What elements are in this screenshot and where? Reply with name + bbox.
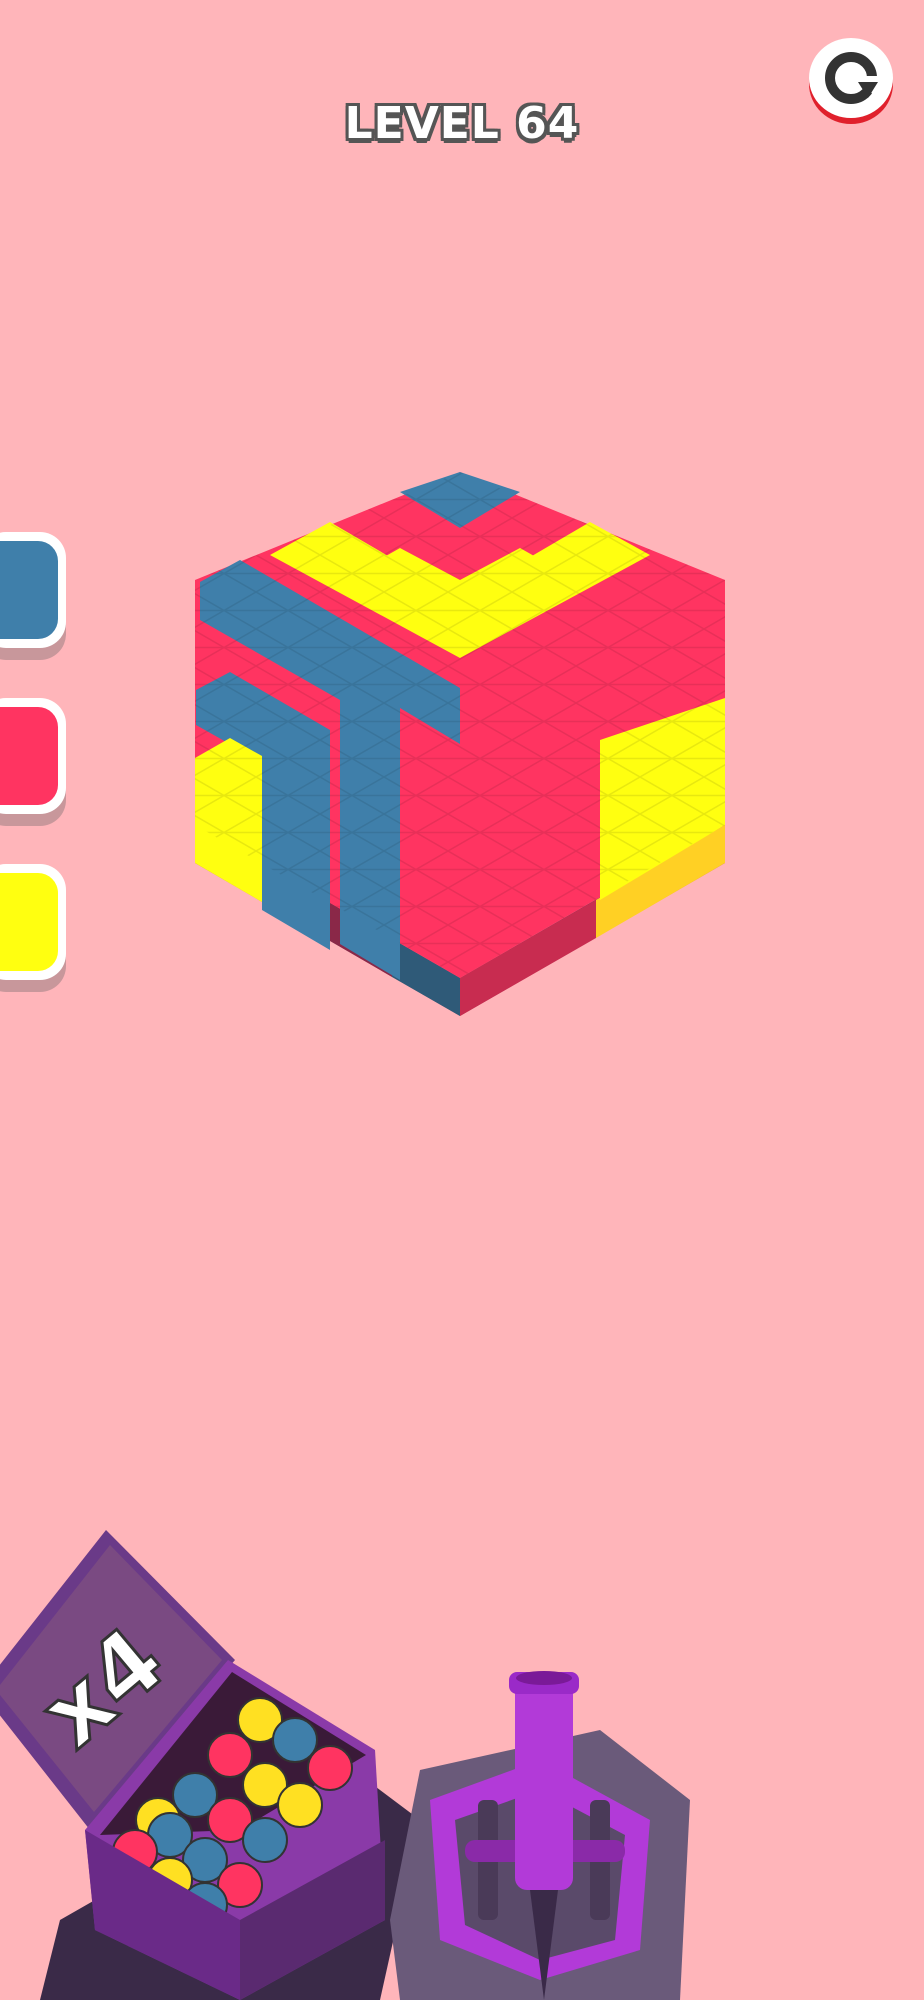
puzzle-board[interactable] xyxy=(0,0,924,1100)
cannon[interactable] xyxy=(390,1671,690,2000)
shooter-scene: x4 xyxy=(0,1530,690,2000)
